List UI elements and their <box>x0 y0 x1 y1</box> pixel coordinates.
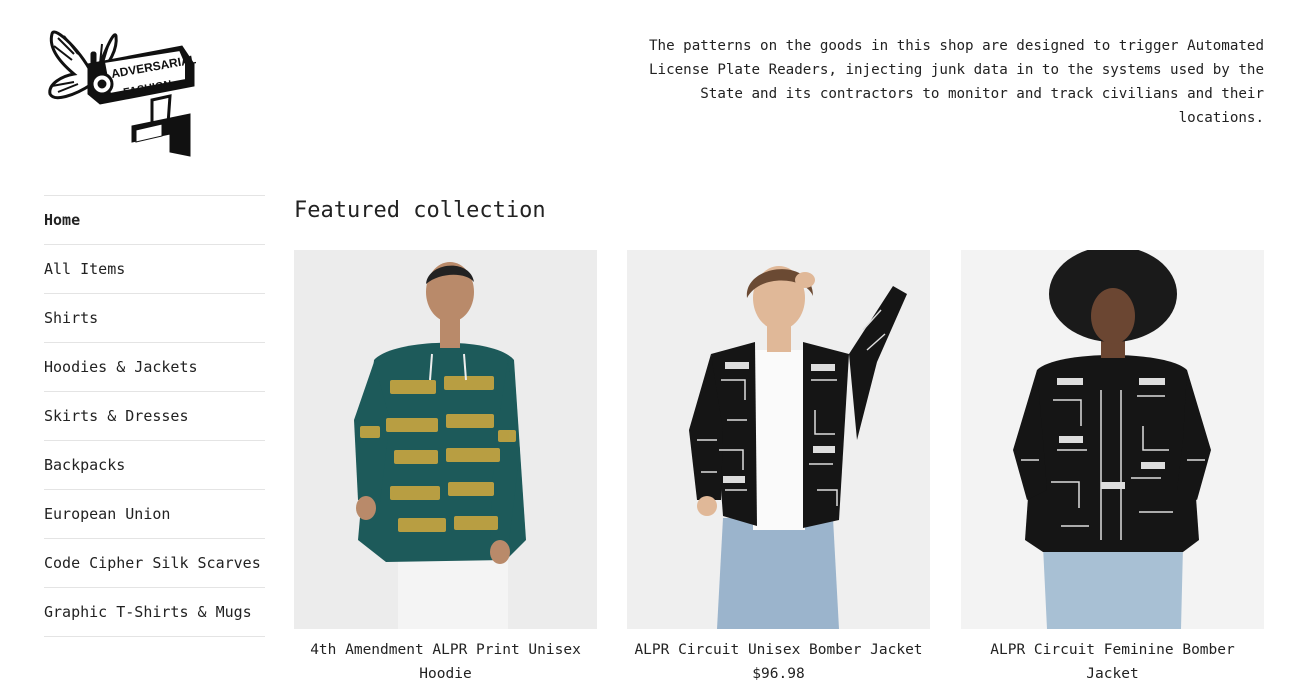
product-title[interactable]: ALPR Circuit Feminine Bomber Jacket <box>961 638 1264 686</box>
sidebar-item-european-union[interactable]: European Union <box>44 490 265 539</box>
product-title[interactable]: 4th Amendment ALPR Print Unisex Hoodie <box>294 638 597 686</box>
product-title[interactable]: ALPR Circuit Unisex Bomber Jacket <box>627 638 930 662</box>
section-title: Featured collection <box>294 198 546 223</box>
product-card[interactable]: ALPR Circuit Feminine Bomber Jacket <box>961 250 1264 686</box>
sidebar-item-skirts-dresses[interactable]: Skirts & Dresses <box>44 392 265 441</box>
product-price: $96.98 <box>752 666 805 682</box>
sidebar-item-code-cipher-silk-scarves[interactable]: Code Cipher Silk Scarves <box>44 539 265 588</box>
product-card[interactable]: ALPR Circuit Unisex Bomber Jacket $96.98 <box>627 250 930 686</box>
sidebar-item-graphic-tshirts-mugs[interactable]: Graphic T-Shirts & Mugs <box>44 588 265 637</box>
sidebar-item-all-items[interactable]: All Items <box>44 245 265 294</box>
hoodie-model-photo[interactable] <box>294 250 597 629</box>
adversarial-fashion-logo[interactable]: ADVERSARIAL FASHION <box>44 24 196 158</box>
page: ADVERSARIAL FASHION The patterns on the … <box>0 0 1300 692</box>
feminine-bomber-model-photo[interactable] <box>961 250 1264 629</box>
bomber-jacket-model-photo[interactable] <box>627 250 930 629</box>
sidebar-item-hoodies-jackets[interactable]: Hoodies & Jackets <box>44 343 265 392</box>
product-card[interactable]: 4th Amendment ALPR Print Unisex Hoodie <box>294 250 597 686</box>
sidebar-item-shirts[interactable]: Shirts <box>44 294 265 343</box>
sidebar-item-backpacks[interactable]: Backpacks <box>44 441 265 490</box>
sidebar-item-home[interactable]: Home <box>44 196 265 245</box>
shop-tagline: The patterns on the goods in this shop a… <box>649 38 1264 126</box>
sidebar-nav: Home All Items Shirts Hoodies & Jackets … <box>44 195 265 637</box>
